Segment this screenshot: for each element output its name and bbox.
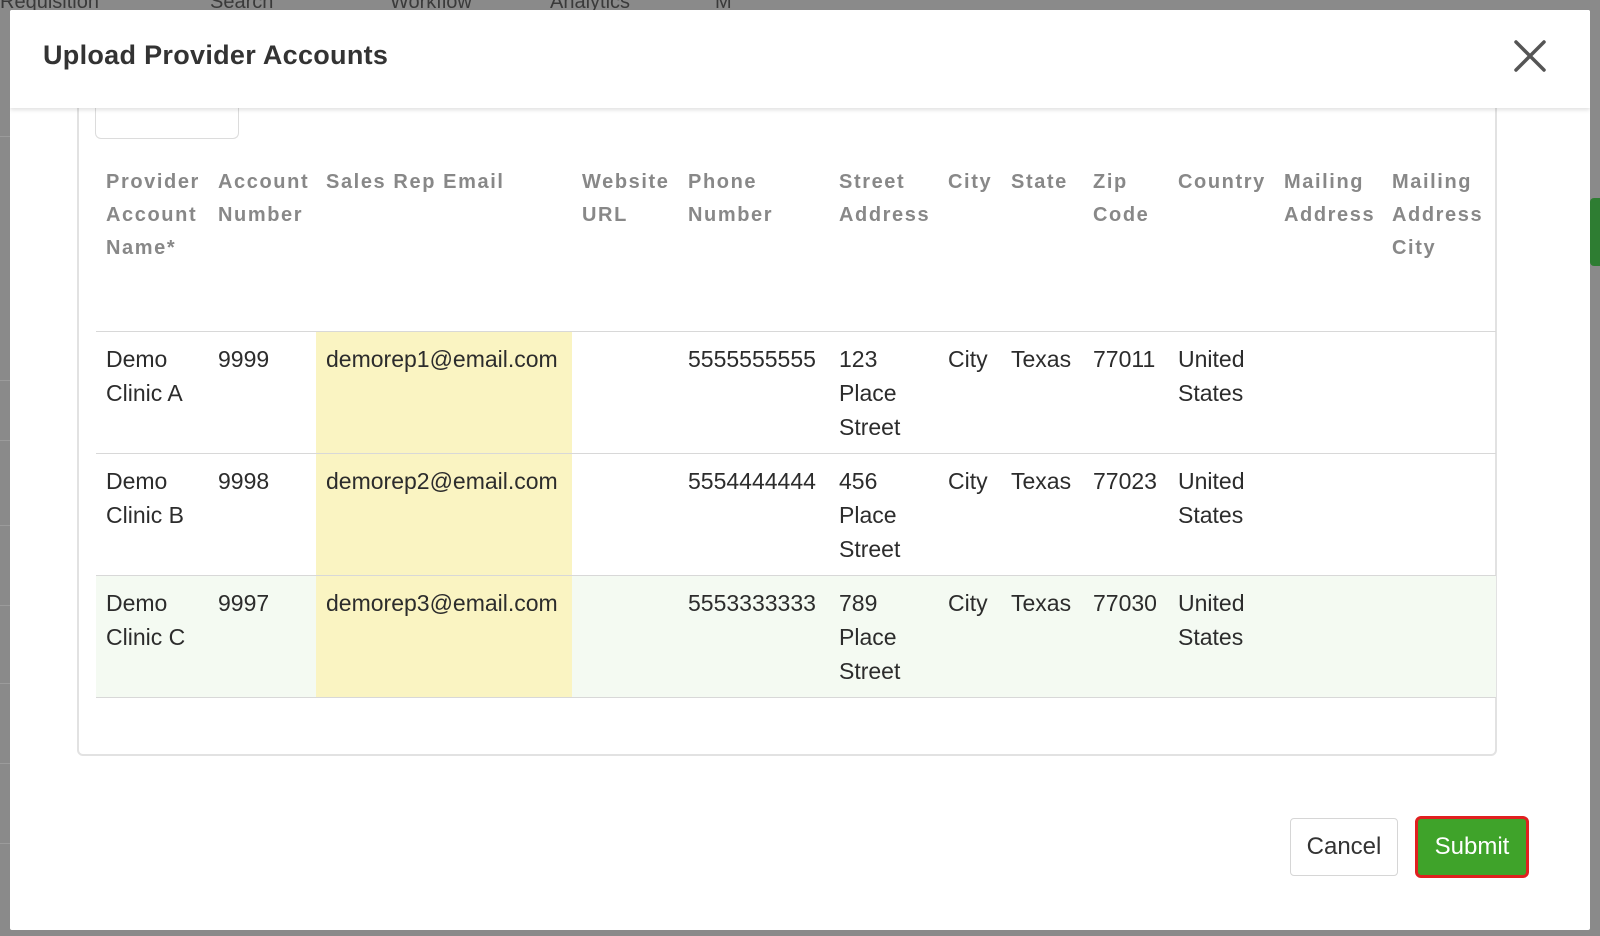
cell-city: City: [938, 574, 1001, 698]
cell-mailing-address-city: [1382, 330, 1496, 453]
cancel-button[interactable]: Cancel: [1290, 818, 1398, 876]
bg-side-tab: [1590, 198, 1600, 266]
bg-divider: [0, 605, 10, 606]
bg-divider: [0, 683, 10, 684]
cell-account-name: Demo Clinic B: [96, 452, 208, 575]
column-header: City: [948, 171, 993, 193]
cell-zip-code: 77011: [1083, 330, 1168, 453]
bg-divider: [0, 136, 10, 137]
table-scroll-area[interactable]: Provider Account Name* Account Number Sa…: [96, 158, 1496, 714]
cell-mailing-address-city: [1382, 452, 1496, 575]
modal-header: Upload Provider Accounts: [10, 10, 1590, 108]
cell-sales-rep-email: demorep2@email.com: [316, 452, 572, 575]
bg-divider: [0, 525, 10, 526]
cell-account-number: 9997: [208, 574, 316, 698]
cell-street-address: 789 Place Street: [829, 574, 938, 698]
cell-zip-code: 77030: [1083, 574, 1168, 698]
cell-country: United States: [1168, 452, 1274, 575]
cell-mailing-address: [1274, 574, 1382, 698]
cell-sales-rep-email: demorep1@email.com: [316, 330, 572, 453]
cell-street-address: 456 Place Street: [829, 452, 938, 575]
cell-account-number: 9999: [208, 330, 316, 453]
cell-website-url: [572, 574, 678, 698]
column-header: Mailing Address: [1284, 171, 1376, 226]
cell-website-url: [572, 330, 678, 453]
column-header: Mailing Address City: [1392, 171, 1484, 259]
cell-street-address: 123 Place Street: [829, 330, 938, 453]
cell-city: City: [938, 330, 1001, 453]
bg-divider: [0, 380, 10, 381]
column-header: Zip Code: [1093, 171, 1150, 226]
cell-zip-code: 77023: [1083, 452, 1168, 575]
bg-divider: [0, 763, 10, 764]
cell-phone-number: 5554444444: [678, 452, 829, 575]
bg-divider: [0, 843, 10, 844]
cell-mailing-address-city: [1382, 574, 1496, 698]
submit-button[interactable]: Submit: [1415, 816, 1529, 878]
table-row[interactable]: Demo Clinic B 9998 demorep2@email.com 55…: [96, 452, 1496, 575]
table-header-row: Provider Account Name* Account Number Sa…: [96, 158, 1496, 331]
cell-country: United States: [1168, 330, 1274, 453]
cell-state: Texas: [1001, 452, 1083, 575]
cell-website-url: [572, 452, 678, 575]
cell-sales-rep-email: demorep3@email.com: [316, 574, 572, 698]
column-header: Provider Account Name*: [106, 171, 200, 259]
upload-modal: Upload Provider Accounts Provider Accoun…: [10, 10, 1590, 930]
cell-state: Texas: [1001, 574, 1083, 698]
close-icon[interactable]: [1512, 38, 1548, 74]
table-row[interactable]: Demo Clinic A 9999 demorep1@email.com 55…: [96, 330, 1496, 453]
table-row[interactable]: Demo Clinic C 9997 demorep3@email.com 55…: [96, 574, 1496, 698]
column-header: State: [1011, 171, 1068, 193]
cell-phone-number: 5555555555: [678, 330, 829, 453]
cell-phone-number: 5553333333: [678, 574, 829, 698]
cell-country: United States: [1168, 574, 1274, 698]
column-header: Phone Number: [688, 171, 774, 226]
bg-divider: [0, 440, 10, 441]
cell-account-name: Demo Clinic A: [96, 330, 208, 453]
column-header: Account Number: [218, 171, 310, 226]
cell-city: City: [938, 452, 1001, 575]
cell-state: Texas: [1001, 330, 1083, 453]
cell-mailing-address: [1274, 330, 1382, 453]
provider-accounts-table: Provider Account Name* Account Number Sa…: [96, 158, 1496, 698]
column-header: Country: [1178, 171, 1266, 193]
cell-account-name: Demo Clinic C: [96, 574, 208, 698]
cell-account-number: 9998: [208, 452, 316, 575]
column-header: Website URL: [582, 171, 670, 226]
modal-title: Upload Provider Accounts: [43, 40, 389, 70]
column-header: Street Address: [839, 171, 931, 226]
cell-mailing-address: [1274, 452, 1382, 575]
column-header: Sales Rep Email: [326, 171, 505, 193]
